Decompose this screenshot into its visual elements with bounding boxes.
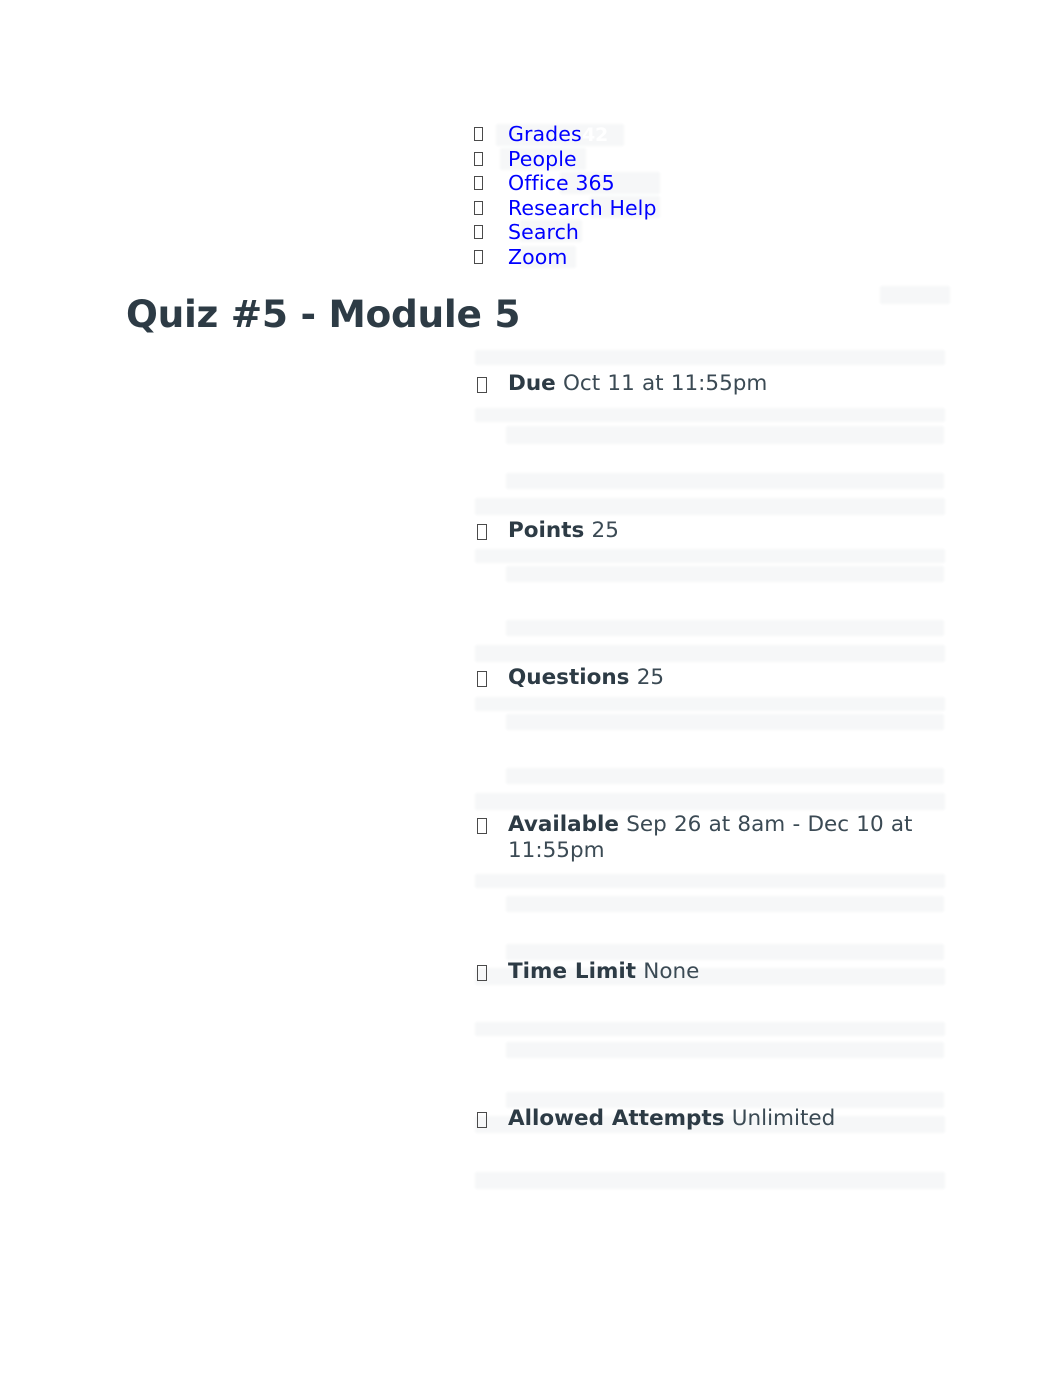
quiz-detail-text: Points 25 [508,507,950,544]
quiz-detail-value: 25 [591,518,619,543]
nav-link-office-365[interactable]: Office 365 [508,171,615,196]
bullet-box-icon [474,249,483,264]
ghost-bar [880,286,950,304]
quiz-detail-text: Due Oct 11 at 11:55pm [508,360,950,397]
bullet-box-icon [477,818,487,834]
quiz-detail-label: Available [508,812,619,837]
nav-link-search[interactable]: Search [508,220,579,245]
quiz-detail-label: Points [508,518,585,543]
page-title: Quiz #5 - Module 5 [126,292,521,336]
bullet-box-icon [477,377,487,393]
quiz-detail-due: Due Oct 11 at 11:55pm [470,360,950,507]
quiz-details-list: Due Oct 11 at 11:55pm Points 25 Question… [470,360,950,1242]
bullet-box-icon [474,200,483,215]
quiz-detail-label: Time Limit [508,959,637,984]
quiz-detail-time-limit: Time Limit None [470,948,950,1095]
quiz-detail-text: Available Sep 26 at 8am - Dec 10 at 11:5… [508,801,950,864]
quiz-detail-label: Questions [508,665,630,690]
nav-link-research-help[interactable]: Research Help [508,196,657,221]
bullet-box-icon [477,965,487,981]
quiz-detail-value: 25 [636,665,665,690]
quiz-detail-label: Due [508,371,556,396]
bullet-box-icon [474,225,483,240]
nav-item-research-help[interactable]: Research Help [470,196,990,221]
bullet-box-icon [477,671,487,687]
quiz-detail-text: Questions 25 [508,654,950,691]
nav-item-search[interactable]: Search [470,220,990,245]
quiz-detail-points: Points 25 [470,507,950,654]
quiz-detail-available: Available Sep 26 at 8am - Dec 10 at 11:5… [470,801,950,948]
nav-item-office-365[interactable]: Office 365 [470,171,990,196]
nav-link-grades[interactable]: Grades [508,122,582,147]
quiz-detail-value: Oct 11 at 11:55pm [562,371,768,396]
bullet-box-icon [477,1112,487,1128]
quiz-detail-value: None [643,959,700,984]
quiz-detail-text: Time Limit None [508,948,950,985]
nav-item-grades[interactable]: Grades 42 [470,122,990,147]
quiz-detail-allowed-attempts: Allowed Attempts Unlimited [470,1095,950,1242]
bullet-box-icon [474,176,483,191]
quiz-detail-questions: Questions 25 [470,654,950,801]
bullet-box-icon [474,151,483,166]
nav-badge-grades: 42 [582,124,609,146]
quiz-detail-label: Allowed Attempts [508,1106,725,1131]
bullet-box-icon [477,524,487,540]
document-page: Grades 42 People Office 365 Research Hel… [0,0,1062,1376]
quiz-detail-text: Allowed Attempts Unlimited [508,1095,950,1132]
nav-link-zoom[interactable]: Zoom [508,245,568,270]
nav-link-people[interactable]: People [508,147,577,172]
nav-item-zoom[interactable]: Zoom [470,245,990,270]
course-nav-list: Grades 42 People Office 365 Research Hel… [470,122,990,270]
quiz-detail-value: Unlimited [731,1106,836,1131]
bullet-box-icon [474,127,483,141]
nav-item-people[interactable]: People [470,147,990,172]
